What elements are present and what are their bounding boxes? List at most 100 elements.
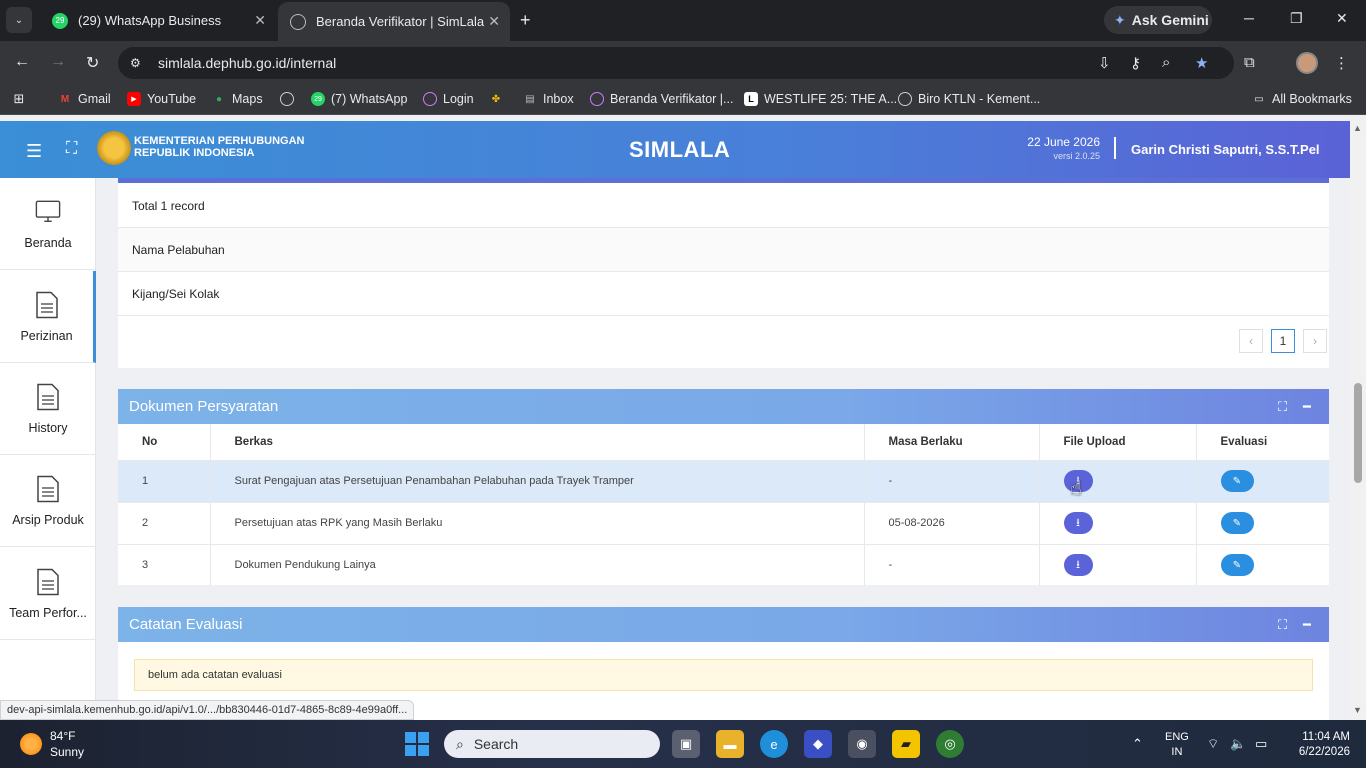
collapse-icon[interactable]: ━ [1303, 399, 1311, 415]
collapse-icon[interactable]: ━ [1303, 617, 1311, 633]
fullscreen-icon[interactable]: ⛶ [66, 140, 77, 158]
extensions-icon[interactable]: ⧉ [1244, 54, 1255, 71]
bookmark-gmail[interactable]: M Gmail [58, 92, 111, 106]
forward-arrow-icon[interactable]: → [50, 53, 66, 71]
table-row: 2 Persetujuan atas RPK yang Masih Berlak… [118, 501, 1329, 544]
tray-overflow-icon[interactable]: ⌃ [1132, 736, 1143, 752]
wifi-icon[interactable]: ⌔ [1207, 736, 1219, 752]
bookmark-youtube[interactable]: ▶ YouTube [127, 92, 196, 106]
pinwheel-icon: ✤ [491, 93, 501, 105]
download-button[interactable]: ⭳ [1063, 512, 1093, 534]
bookmark-login[interactable]: Login [423, 92, 474, 106]
whatsapp-icon: 29 [52, 12, 68, 29]
all-bookmarks[interactable]: ▭ All Bookmarks [1252, 92, 1352, 106]
ask-gemini-button[interactable]: ✦ Ask Gemini [1104, 6, 1212, 34]
more-menu-icon[interactable]: ⋮ [1334, 54, 1349, 72]
letterboxd-icon: L [744, 92, 758, 106]
hamburger-menu-icon[interactable]: ☰ [26, 141, 42, 162]
zoom-icon[interactable]: ⌕ [1162, 54, 1170, 71]
scroll-down-icon[interactable]: ▼ [1353, 705, 1362, 715]
document-icon [34, 291, 60, 319]
tab-search-button[interactable]: ⌄ [6, 7, 32, 33]
minimize-icon[interactable]: ─ [1244, 10, 1254, 26]
vscode-icon[interactable]: ◆ [804, 730, 832, 758]
edit-icon: ✎ [1232, 475, 1242, 487]
camera-icon[interactable]: ◉ [848, 730, 876, 758]
sidebar-item-beranda[interactable]: Beranda [0, 178, 96, 270]
bookmark-whatsapp[interactable]: 29 (7) WhatsApp [311, 92, 407, 106]
col-evaluasi: Evaluasi [1196, 424, 1329, 460]
apps-grid-icon[interactable]: ⊞ [12, 91, 32, 106]
bookmark-star-icon[interactable]: ★ [1195, 54, 1208, 72]
ministry-name: KEMENTERIAN PERHUBUNGAN REPUBLIK INDONES… [134, 135, 305, 159]
taskbar-clock[interactable]: 11:04 AM 6/22/2026 [1290, 730, 1350, 760]
folder-icon: ▭ [1254, 93, 1264, 105]
bookmark-globe[interactable] [280, 92, 300, 106]
tab-simlala[interactable]: Beranda Verifikator | SimLala ✕ [278, 2, 510, 41]
sidebar-item-arsip-produk[interactable]: Arsip Produk [0, 455, 96, 547]
site-info-icon[interactable]: ⚙ [130, 56, 148, 70]
download-icon: ⭳ [1076, 516, 1080, 529]
maximize-icon[interactable]: ❐ [1290, 10, 1303, 27]
bookmark-inbox[interactable]: ▤ Inbox [523, 92, 573, 106]
close-window-icon[interactable]: ✕ [1336, 10, 1348, 27]
bookmark-beranda[interactable]: Beranda Verifikator |... [590, 92, 733, 106]
inbox-icon: ▤ [525, 93, 535, 105]
edge-browser-icon[interactable]: e [760, 730, 788, 758]
file-explorer-icon[interactable]: ▬ [716, 730, 744, 758]
pagination-next[interactable]: › [1303, 329, 1327, 353]
col-berkas: Berkas [210, 424, 865, 460]
taskbar-search[interactable]: ⌕ Search [444, 730, 660, 758]
weather-condition[interactable]: Sunny [50, 745, 84, 759]
sidebar-item-perizinan[interactable]: Perizinan [0, 271, 96, 363]
evaluate-button[interactable]: ✎ [1220, 470, 1254, 492]
windows-start-icon[interactable] [405, 732, 429, 756]
pagination-prev[interactable]: ‹ [1239, 329, 1263, 353]
table-row: 1 Surat Pengajuan atas Persetujuan Penam… [118, 459, 1329, 502]
url-bar[interactable]: ⚙ simlala.dephub.go.id/internal [118, 47, 1234, 79]
back-arrow-icon[interactable]: ← [14, 53, 30, 71]
tab-whatsapp[interactable]: 29 (29) WhatsApp Business ✕ [40, 0, 276, 41]
documents-card: Dokumen Persyaratan ⛶ ━ No Berkas Masa B… [118, 389, 1329, 586]
close-tab-icon[interactable]: ✕ [254, 12, 266, 29]
expand-icon[interactable]: ⛶ [1278, 617, 1287, 633]
sidebar-item-history[interactable]: History [0, 363, 96, 455]
edit-icon: ✎ [1232, 517, 1242, 529]
expand-icon[interactable]: ⛶ [1278, 399, 1287, 415]
bookmarks-bar: ⊞ M Gmail ▶ YouTube ● Maps 29 (7) WhatsApp L… [0, 85, 1366, 115]
chrome-icon[interactable]: ◎ [936, 730, 964, 758]
battery-icon[interactable]: ▭ [1255, 736, 1267, 752]
bookmark-biro-ktln[interactable]: Biro KTLN - Kement... [898, 92, 1040, 106]
sticky-notes-icon[interactable]: ▰ [892, 730, 920, 758]
user-name[interactable]: Garin Christi Saputri, S.S.T.Pel [1131, 142, 1320, 157]
download-icon: ⭳ [1076, 558, 1080, 571]
globe-icon [898, 92, 912, 106]
bookmark-pinwheel[interactable]: ✤ [489, 92, 509, 106]
sidebar-item-team-performance[interactable]: Team Perfor... [0, 548, 96, 640]
reload-icon[interactable]: ↻ [86, 53, 99, 73]
download-button[interactable]: ⭳ [1063, 554, 1093, 577]
new-tab-button[interactable]: + [520, 10, 531, 31]
task-view-icon[interactable]: ▣ [672, 730, 700, 758]
card-top-strip [118, 178, 1329, 183]
language-indicator[interactable]: ENG IN [1165, 730, 1189, 760]
header-version: versi 2.0.25 [1053, 151, 1100, 161]
bookmark-maps[interactable]: ● Maps [212, 92, 263, 106]
scrollbar-thumb[interactable] [1354, 383, 1362, 483]
page-scrollbar[interactable]: ▲ ▼ [1350, 121, 1366, 720]
install-app-icon[interactable]: ⇩ [1098, 54, 1111, 72]
weather-temp[interactable]: 84°F [50, 729, 75, 743]
bookmark-westlife[interactable]: L WESTLIFE 25: THE A... [744, 92, 897, 106]
password-key-icon[interactable]: ⚷ [1130, 54, 1141, 72]
table-row: 3 Dokumen Pendukung Lainya - ⭳ ✎ [118, 543, 1329, 586]
scroll-up-icon[interactable]: ▲ [1353, 123, 1362, 133]
evaluate-button[interactable]: ✎ [1220, 512, 1254, 534]
evaluate-button[interactable]: ✎ [1220, 554, 1254, 577]
header-date: 22 June 2026 [1027, 135, 1100, 149]
pagination-page-1[interactable]: 1 [1271, 329, 1295, 353]
volume-icon[interactable]: 🔈 [1230, 736, 1246, 752]
profile-avatar[interactable] [1296, 52, 1318, 74]
app-header: ☰ ⛶ KEMENTERIAN PERHUBUNGAN REPUBLIK IND… [0, 121, 1350, 178]
close-tab-icon[interactable]: ✕ [488, 13, 500, 30]
sun-weather-icon[interactable] [20, 733, 42, 755]
